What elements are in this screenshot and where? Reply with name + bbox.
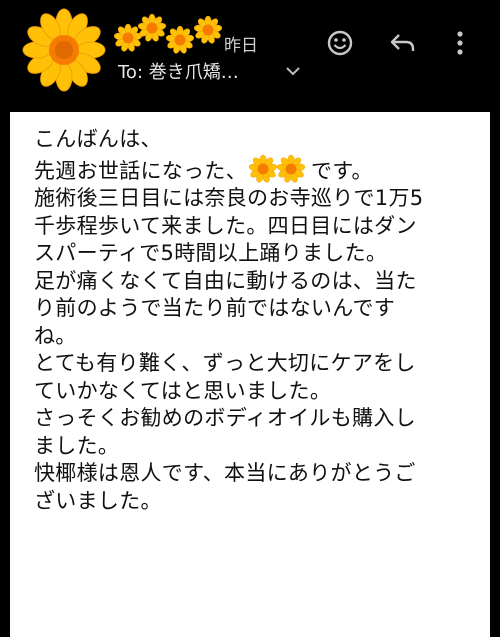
email-header: 昨日 To: 巻き爪矯… bbox=[0, 0, 500, 112]
message-line: こんばんは、 bbox=[34, 127, 162, 151]
message-line: 施術後三日目には奈良のお寺巡りで1万5 bbox=[34, 186, 424, 210]
sunflower-sticker-icon bbox=[248, 154, 306, 184]
message-line: ました。 bbox=[34, 433, 120, 458]
recipient-line[interactable]: To: 巻き爪矯… bbox=[118, 60, 239, 86]
message-card: こんばんは、 先週お世話になった、 です。 施術後三日目には奈良のお寺巡りで1万… bbox=[10, 112, 490, 637]
more-vert-icon[interactable] bbox=[443, 26, 477, 60]
message-line: さっそくお勧めのボディオイルも購入し bbox=[34, 406, 416, 430]
message-line: とても有り難く、ずっと大切にケアをし bbox=[34, 351, 416, 375]
message-text: 先週お世話になった、 bbox=[34, 158, 247, 183]
message-line: 快椰様は恩人です、本当にありがとうご bbox=[34, 461, 416, 485]
message-line: 先週お世話になった、 です。 bbox=[34, 154, 474, 186]
message-line: スパーティで5時間以上踊りました。 bbox=[34, 241, 388, 265]
message-line: り前のようで当たり前ではないんです bbox=[34, 296, 396, 320]
message-line: ざいました。 bbox=[34, 488, 162, 513]
reply-icon[interactable] bbox=[386, 26, 420, 60]
message-line: 足が痛くなくて自由に動けるのは、当た bbox=[34, 268, 417, 293]
message-text: です。 bbox=[311, 158, 373, 183]
message-line: ね。 bbox=[34, 323, 77, 348]
chevron-down-icon[interactable] bbox=[284, 60, 302, 82]
message-line: 千歩程歩いて来ました。四日目にはダン bbox=[34, 213, 417, 238]
message-body: こんばんは、 先週お世話になった、 です。 施術後三日目には奈良のお寺巡りで1万… bbox=[34, 126, 474, 515]
sender-name-sticker-icon bbox=[113, 13, 223, 55]
sunflower-avatar-icon[interactable] bbox=[22, 8, 106, 92]
message-line: ていかなくてはと思いました。 bbox=[34, 378, 332, 403]
emoji-icon[interactable] bbox=[323, 26, 357, 60]
sender-name: 昨日 bbox=[112, 10, 272, 56]
